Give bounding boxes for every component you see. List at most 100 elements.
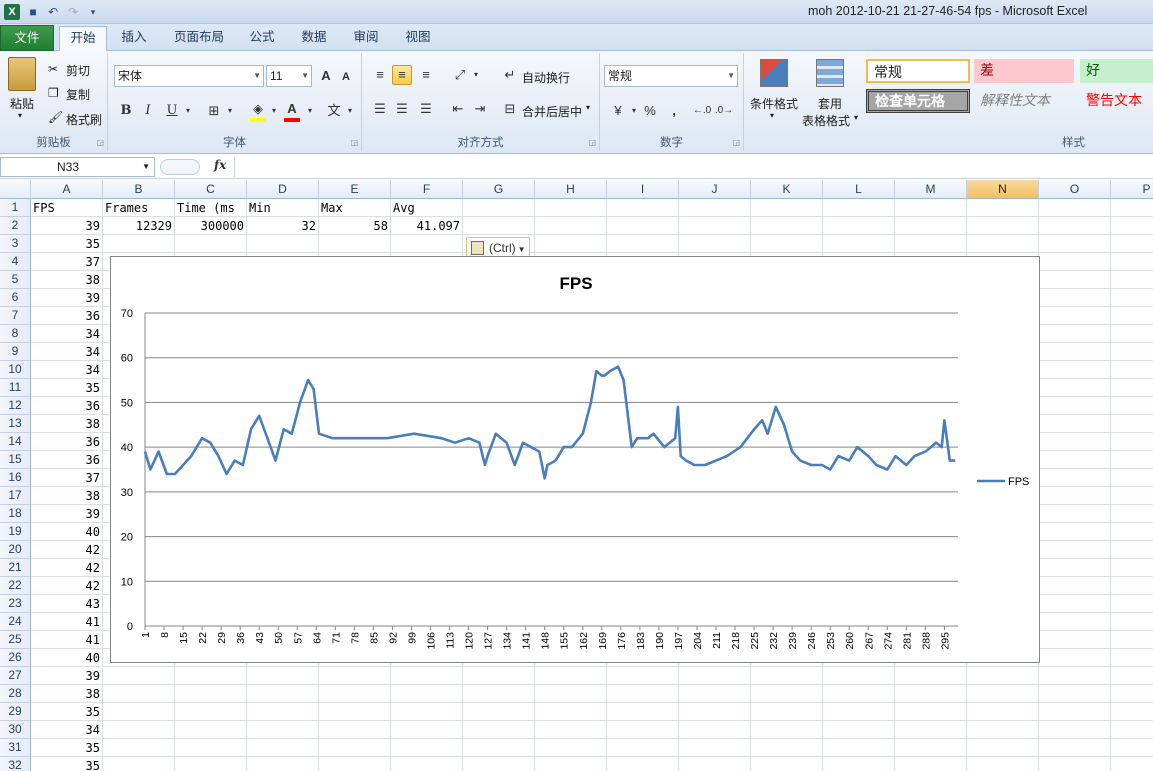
row-header-3[interactable]: 3 [0,235,31,253]
row-header-32[interactable]: 32 [0,757,31,771]
row-header-19[interactable]: 19 [0,523,31,541]
column-header-a[interactable]: A [31,180,103,199]
cell-b1[interactable]: Frames [103,199,175,217]
copy-button[interactable]: 复制 [66,86,90,103]
cut-icon[interactable]: ✂ [48,62,58,76]
merge-center-icon[interactable]: ⊟ [500,99,520,119]
row-header-9[interactable]: 9 [0,343,31,361]
paste-button[interactable]: 粘贴 [10,95,34,112]
cell-a22[interactable]: 42 [31,577,103,595]
row-header-12[interactable]: 12 [0,397,31,415]
style-explanatory[interactable]: 解释性文本 [974,89,1074,113]
table-format-label-2[interactable]: 表格格式 [802,112,850,129]
cell-a19[interactable]: 40 [31,523,103,541]
column-header-e[interactable]: E [319,180,391,199]
tab-data[interactable]: 数据 [292,26,336,51]
row-header-17[interactable]: 17 [0,487,31,505]
column-header-c[interactable]: C [175,180,247,199]
dialog-launcher-icon[interactable]: ◲ [96,138,104,147]
cell-a21[interactable]: 42 [31,559,103,577]
undo-icon[interactable]: ↶ [46,5,60,19]
conditional-format-button[interactable]: 条件格式 [750,95,798,112]
align-left-icon[interactable]: ☰ [370,99,390,119]
italic-button[interactable]: I [138,101,158,121]
increase-indent-icon[interactable]: ⇥ [470,99,490,119]
row-header-18[interactable]: 18 [0,505,31,523]
chevron-down-icon[interactable]: ▾ [340,101,360,121]
style-good[interactable]: 好 [1080,59,1153,83]
row-header-10[interactable]: 10 [0,361,31,379]
cell-a3[interactable]: 35 [31,235,103,253]
cell-a26[interactable]: 40 [31,649,103,667]
grow-font-button[interactable]: A [316,66,336,86]
cell-a29[interactable]: 35 [31,703,103,721]
cell-a25[interactable]: 41 [31,631,103,649]
column-header-o[interactable]: O [1039,180,1111,199]
chevron-down-icon[interactable]: ▾ [300,101,320,121]
row-header-6[interactable]: 6 [0,289,31,307]
cell-a10[interactable]: 34 [31,361,103,379]
wrap-text-button[interactable]: 自动换行 [522,69,570,86]
column-header-b[interactable]: B [103,180,175,199]
percent-button[interactable]: % [640,101,660,121]
redo-icon[interactable]: ↷ [66,5,80,19]
copy-icon[interactable]: ❐ [48,86,59,100]
chevron-down-icon[interactable]: ▾ [264,101,284,121]
paste-icon[interactable] [8,57,36,91]
row-header-27[interactable]: 27 [0,667,31,685]
decrease-indent-icon[interactable]: ⇤ [448,99,468,119]
row-header-31[interactable]: 31 [0,739,31,757]
cell-a17[interactable]: 38 [31,487,103,505]
number-format-combo[interactable]: 常规 ▼ [604,65,738,87]
align-bottom-icon[interactable]: ≡ [416,65,436,85]
row-header-29[interactable]: 29 [0,703,31,721]
chevron-down-icon[interactable]: ▾ [854,113,858,122]
column-header-h[interactable]: H [535,180,607,199]
name-box[interactable]: N33 ▼ [0,157,155,177]
row-header-7[interactable]: 7 [0,307,31,325]
column-header-f[interactable]: F [391,180,463,199]
decrease-decimal-icon[interactable]: .0→ [714,101,734,121]
cell-a14[interactable]: 36 [31,433,103,451]
row-header-23[interactable]: 23 [0,595,31,613]
font-color-icon[interactable]: A [282,99,302,119]
cell-a18[interactable]: 39 [31,505,103,523]
row-header-28[interactable]: 28 [0,685,31,703]
row-header-2[interactable]: 2 [0,217,31,235]
comma-button[interactable]: , [664,101,684,121]
cell-f2[interactable]: 41.097 [391,217,463,235]
shrink-font-button[interactable]: A [336,67,356,87]
tab-page-layout[interactable]: 页面布局 [164,26,234,51]
cell-a24[interactable]: 41 [31,613,103,631]
row-header-1[interactable]: 1 [0,199,31,217]
row-header-26[interactable]: 26 [0,649,31,667]
increase-decimal-icon[interactable]: ←.0 [692,101,712,121]
cell-a28[interactable]: 38 [31,685,103,703]
chevron-down-icon[interactable]: ▾ [220,101,240,121]
column-header-n[interactable]: N [967,180,1039,199]
column-header-j[interactable]: J [679,180,751,199]
row-header-15[interactable]: 15 [0,451,31,469]
chevron-down-icon[interactable]: ▾ [586,103,590,112]
tab-review[interactable]: 审阅 [344,26,388,51]
conditional-format-icon[interactable] [760,59,788,87]
column-header-d[interactable]: D [247,180,319,199]
cut-button[interactable]: 剪切 [66,62,90,79]
chevron-down-icon[interactable]: ▾ [770,111,774,120]
table-format-label-1[interactable]: 套用 [818,95,842,112]
column-header-m[interactable]: M [895,180,967,199]
cell-a8[interactable]: 34 [31,325,103,343]
cell-d1[interactable]: Min [247,199,319,217]
row-header-25[interactable]: 25 [0,631,31,649]
cell-e1[interactable]: Max [319,199,391,217]
formula-input[interactable] [234,157,1153,177]
dialog-launcher-icon[interactable]: ◲ [350,138,358,147]
tab-insert[interactable]: 插入 [112,26,156,51]
cell-a2[interactable]: 39 [31,217,103,235]
align-right-icon[interactable]: ☰ [416,99,436,119]
row-header-20[interactable]: 20 [0,541,31,559]
customize-qat-icon[interactable]: ▾ [86,5,100,19]
select-all-corner[interactable] [0,180,31,199]
cell-a32[interactable]: 35 [31,757,103,771]
row-header-14[interactable]: 14 [0,433,31,451]
